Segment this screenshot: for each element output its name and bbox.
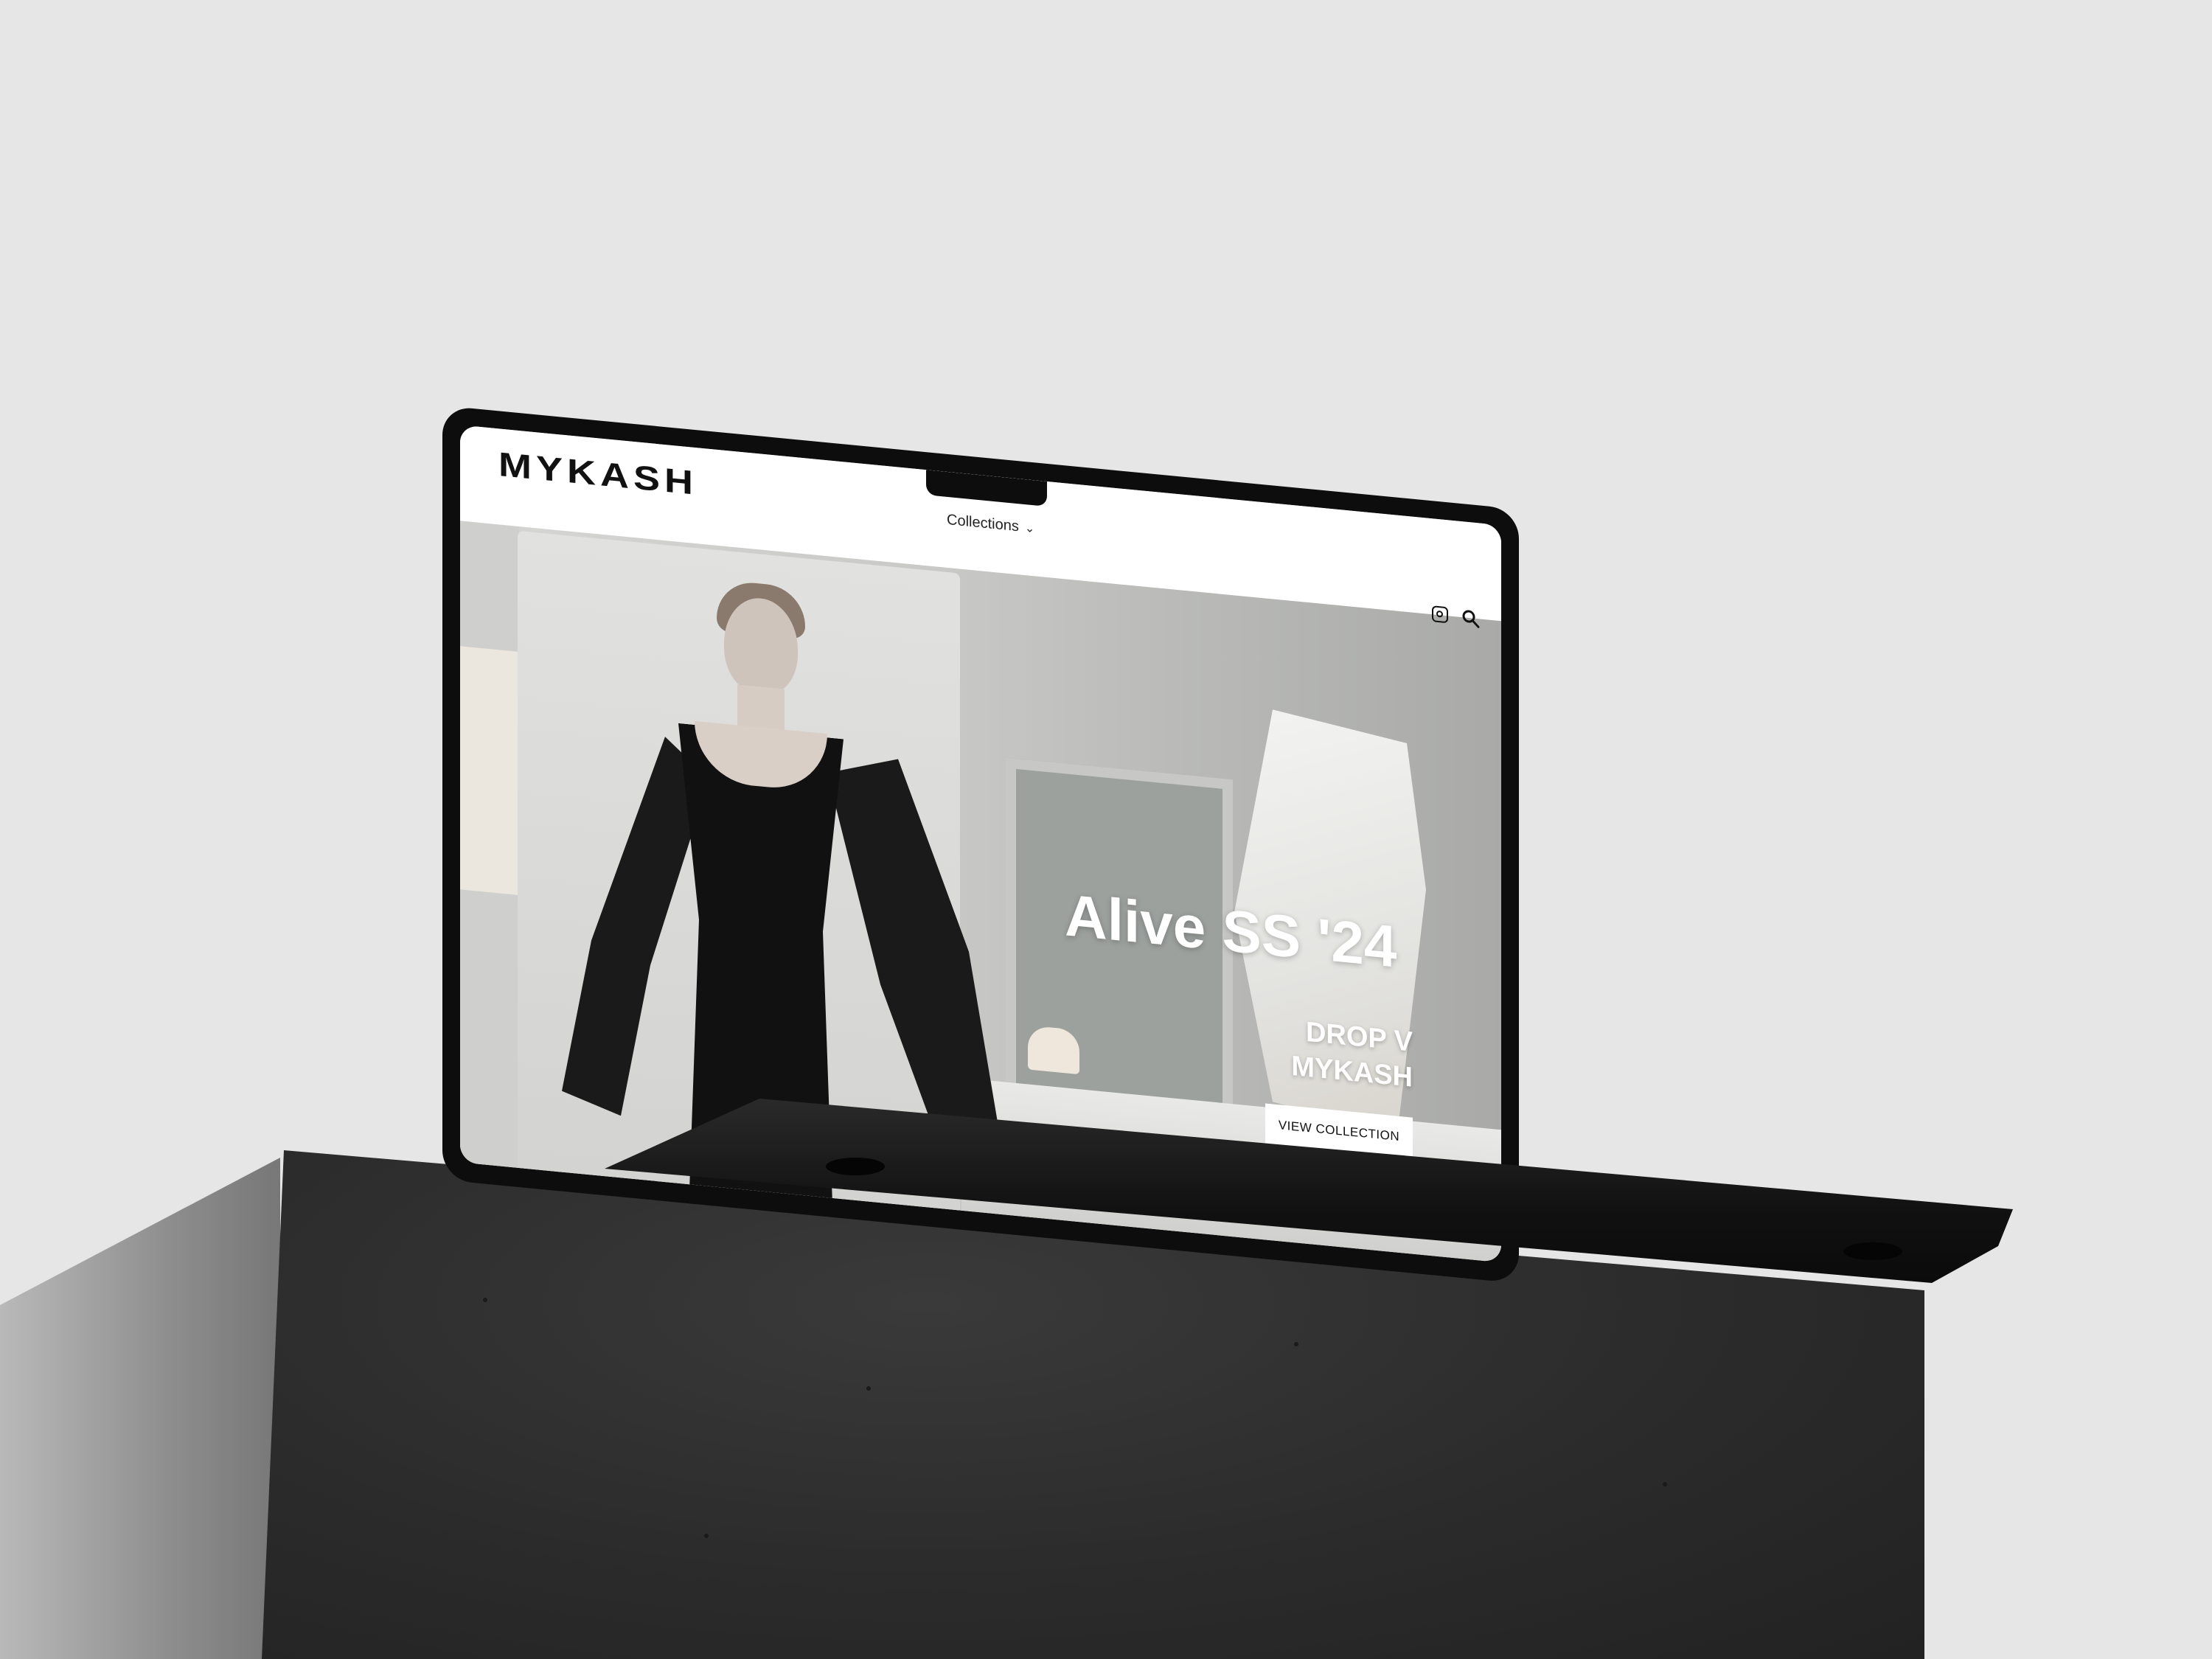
- hanging-garment: [460, 646, 519, 896]
- nav-collections-label: Collections: [947, 511, 1019, 535]
- laptop-foot: [826, 1158, 885, 1175]
- texture-speck: [866, 1386, 871, 1391]
- pedestal-side: [0, 1158, 280, 1659]
- texture-speck: [1663, 1482, 1667, 1486]
- hero-subtitle: DROP V MYKASH: [1291, 1014, 1413, 1096]
- instagram-icon[interactable]: [1432, 605, 1448, 624]
- chevron-down-icon: ⌄: [1024, 521, 1035, 535]
- texture-speck: [704, 1534, 709, 1538]
- brand-logo[interactable]: MYKASH: [498, 445, 698, 503]
- laptop-foot: [1843, 1242, 1902, 1260]
- texture-speck: [1294, 1342, 1298, 1346]
- texture-speck: [483, 1298, 487, 1302]
- nav-collections[interactable]: Collections ⌄: [947, 512, 1034, 537]
- search-icon[interactable]: [1461, 608, 1481, 630]
